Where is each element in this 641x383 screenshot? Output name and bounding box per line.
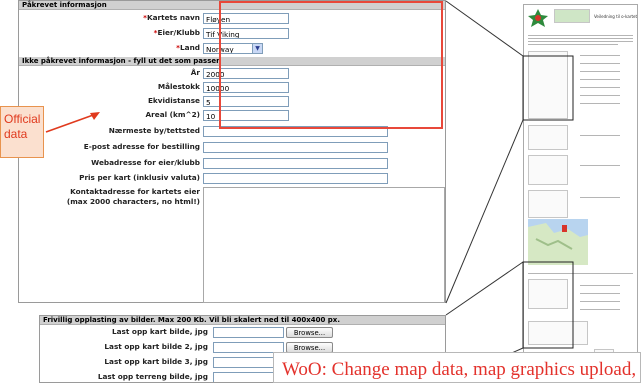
slide-caption: WoO: Change map data, map graphics uploa… xyxy=(273,352,641,383)
zoom-connector-lines xyxy=(445,0,574,383)
